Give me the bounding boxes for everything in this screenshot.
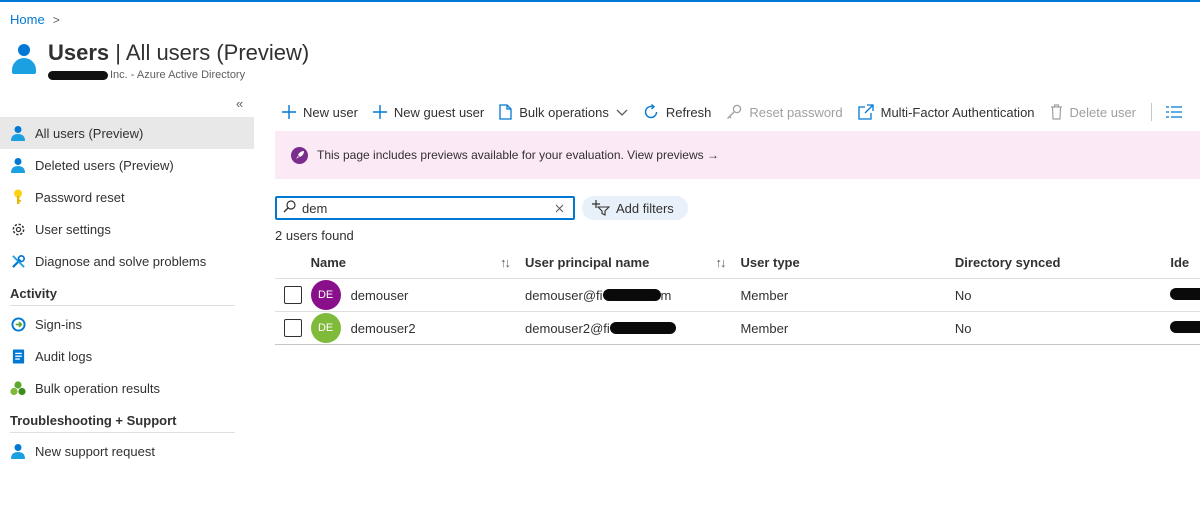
redacted-identity [1170,287,1200,300]
bulk-operations-button[interactable]: Bulk operations [499,98,628,126]
chevron-down-icon [616,105,628,120]
refresh-icon [643,104,659,120]
delete-user-button[interactable]: Delete user [1050,98,1136,126]
sidebar-item-new-support-request[interactable]: New support request [0,435,254,467]
bulk-results-icon [10,380,26,396]
breadcrumb-home-link[interactable]: Home [10,12,45,27]
add-filter-icon [592,200,610,216]
column-header-directory-synced[interactable]: Directory synced [955,255,1170,270]
user-name-link[interactable]: demouser [351,288,409,303]
page-subtitle: Inc. - Azure Active Directory [48,69,309,81]
sidebar-item-user-settings[interactable]: User settings [0,213,254,245]
users-icon [10,44,38,76]
support-user-icon [10,443,26,459]
sidebar-divider [10,432,235,433]
reset-password-button[interactable]: Reset password [726,98,843,126]
directory-synced: No [954,287,972,303]
sort-icon[interactable]: ↑↓ [500,255,511,270]
user-icon [10,157,26,173]
search-box[interactable] [275,196,575,220]
sidebar-item-deleted-users[interactable]: Deleted users (Preview) [0,149,254,181]
toolbar-separator [1151,103,1153,121]
results-count: 2 users found [275,228,354,243]
top-accent-line [0,0,1200,2]
sort-icon[interactable]: ↑↓ [715,255,726,270]
sidebar-item-audit-logs[interactable]: Audit logs [0,340,254,372]
sidebar-section-support: Troubleshooting + Support [10,413,177,428]
command-bar: New user New guest user Bulk operations … [282,98,1189,126]
sidebar-item-password-reset[interactable]: Password reset [0,181,254,213]
sidebar-divider [10,305,235,306]
trash-icon [1050,104,1063,120]
sidebar-item-sign-ins[interactable]: Sign-ins [0,308,254,340]
user-principal-name: demouser@fi m [525,287,672,303]
columns-button[interactable] [1166,98,1189,126]
plus-icon [372,105,387,119]
mfa-button[interactable]: Multi-Factor Authentication [857,98,1035,126]
user-type: Member [740,287,789,303]
audit-log-icon [10,348,26,364]
column-header-identity[interactable]: Ide [1170,255,1200,270]
breadcrumb: Home > [10,12,60,27]
document-icon [499,104,512,120]
key-outline-icon [726,104,742,120]
clear-search-icon[interactable] [555,204,567,213]
page-title: Users | All users (Preview) [48,40,310,65]
view-previews-link[interactable]: This page includes previews available fo… [317,148,719,162]
wrench-icon [10,253,26,269]
add-filters-button[interactable]: Add filters [582,196,688,220]
gear-icon [10,221,26,237]
chevron-right-icon: > [52,12,60,27]
user-name-link[interactable]: demouser2 [351,321,416,336]
directory-synced: No [954,320,972,336]
table-row[interactable]: DE demouser demouser@fi m Member No [275,279,1200,312]
redacted-domain [609,322,676,334]
column-header-user-type[interactable]: User type [740,255,954,270]
avatar: DE [310,280,341,310]
new-user-button[interactable]: New user [282,98,358,126]
key-icon [10,189,26,205]
signin-icon [10,316,26,332]
column-header-upn[interactable]: User principal name ↑↓ [525,255,740,270]
collapse-sidebar-icon[interactable]: « [236,96,243,111]
row-checkbox[interactable] [283,286,302,304]
sidebar-item-bulk-results[interactable]: Bulk operation results [0,372,254,404]
avatar: DE [310,313,341,343]
plus-icon [282,105,296,119]
external-link-icon [857,104,874,120]
redacted-domain [602,289,661,301]
search-input[interactable] [302,200,555,216]
user-principal-name: demouser2@fi [525,321,740,336]
row-checkbox[interactable] [283,319,302,337]
user-icon [10,125,26,141]
sidebar-item-diagnose[interactable]: Diagnose and solve problems [0,245,254,277]
user-type: Member [740,320,789,336]
table-header: Name ↑↓ User principal name ↑↓ User type D… [275,246,1200,279]
preview-banner: This page includes previews available fo… [275,131,1200,179]
sidebar-item-all-users[interactable]: All users (Preview) [0,117,254,149]
rocket-icon [291,146,308,164]
search-icon [283,200,296,216]
list-columns-icon [1166,106,1183,118]
refresh-button[interactable]: Refresh [643,98,711,126]
redacted-tenant-name [48,70,108,80]
users-table: Name ↑↓ User principal name ↑↓ User type D… [275,246,1200,345]
page-header: Users | All users (Preview) Inc. - Azure… [10,40,309,81]
sidebar-section-activity: Activity [10,286,57,301]
column-header-name[interactable]: Name ↑↓ [311,255,525,270]
table-row[interactable]: DE demouser2 demouser2@fi Member No [275,312,1200,345]
new-guest-user-button[interactable]: New guest user [372,98,484,126]
redacted-identity [1170,320,1200,333]
